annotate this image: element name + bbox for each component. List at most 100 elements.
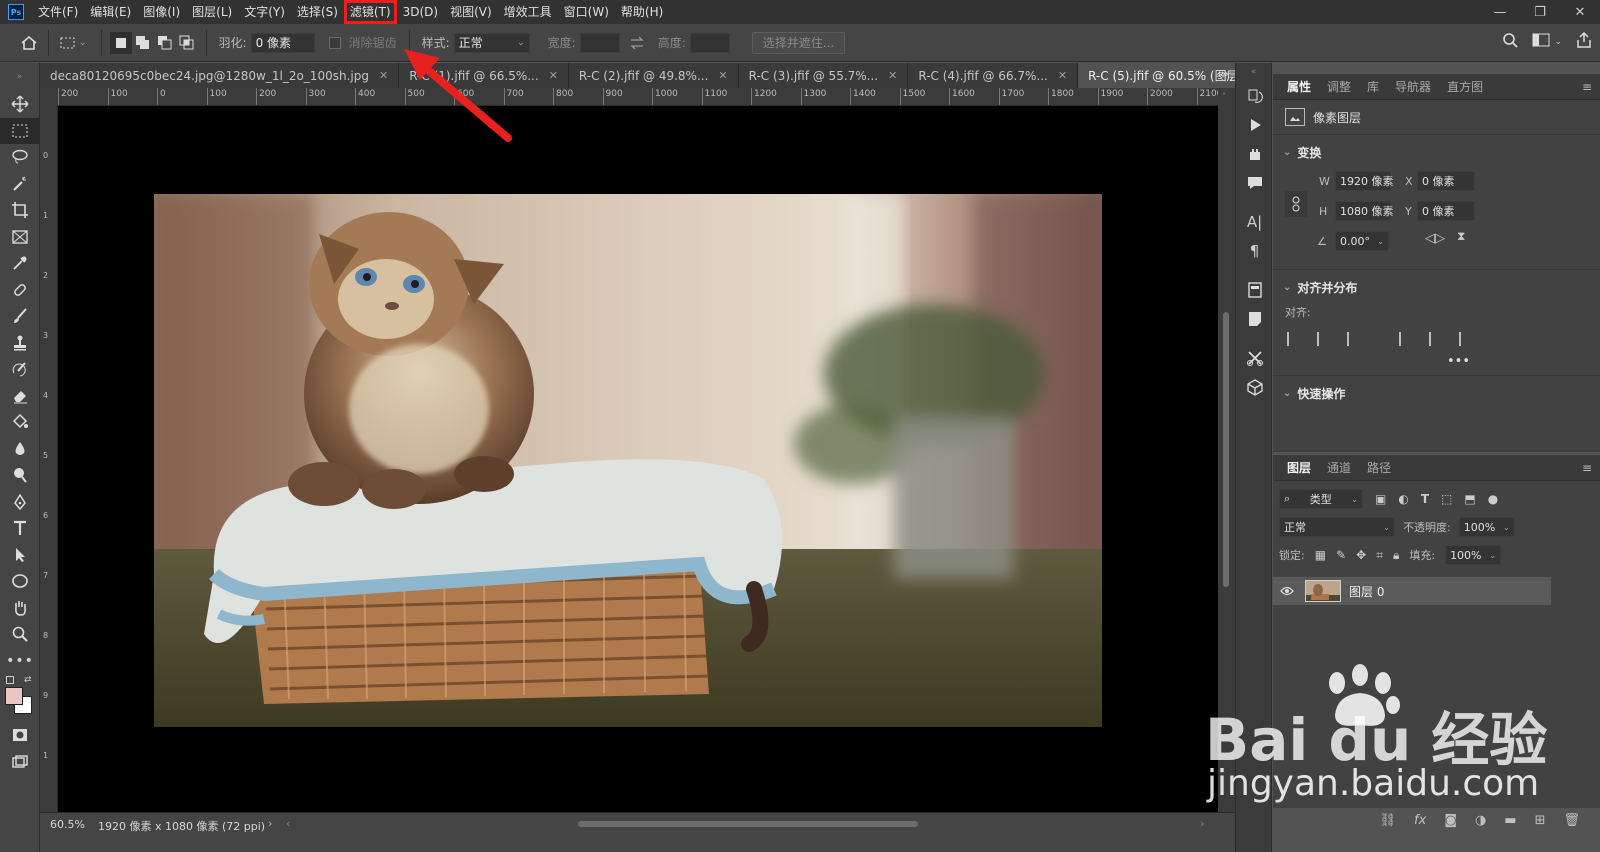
vertical-scroll-thumb[interactable]: [1223, 312, 1229, 587]
restore-icon[interactable]: ❐: [1520, 0, 1560, 24]
lock-all-icon[interactable]: 🔒︎: [1393, 548, 1399, 563]
actions-panel-icon[interactable]: [1236, 110, 1273, 139]
notes-panel-icon[interactable]: [1236, 304, 1273, 333]
new-selection-icon[interactable]: [109, 31, 132, 54]
lasso-tool-icon[interactable]: [0, 144, 40, 171]
tab-close-icon[interactable]: ✕: [1058, 69, 1067, 82]
collapse-icon[interactable]: »: [0, 63, 39, 91]
move-tool-icon[interactable]: [0, 91, 40, 118]
feather-input[interactable]: 0 像素: [250, 32, 315, 53]
menu-item-1[interactable]: 编辑(E): [84, 0, 137, 24]
fx-icon[interactable]: fx: [1414, 813, 1426, 828]
lock-transparent-icon[interactable]: ▦: [1315, 548, 1326, 562]
menu-item-10[interactable]: 窗口(W): [558, 0, 615, 24]
pen-tool-icon[interactable]: [0, 489, 40, 516]
stamp-tool-icon[interactable]: [0, 330, 40, 357]
tab-close-icon[interactable]: ✕: [718, 69, 727, 82]
tab-close-icon[interactable]: ✕: [888, 69, 897, 82]
zoom-tool-icon[interactable]: [0, 621, 40, 648]
paragraph-panel-icon[interactable]: ¶: [1236, 236, 1273, 265]
add-mask-icon[interactable]: ◙: [1444, 813, 1457, 828]
add-selection-icon[interactable]: [132, 32, 154, 54]
tab-close-icon[interactable]: ✕: [379, 69, 388, 82]
eraser-tool-icon[interactable]: [0, 383, 40, 410]
document-tab[interactable]: deca80120695c0bec24.jpg@1280w_1l_2o_100s…: [40, 63, 400, 88]
minimize-icon[interactable]: —: [1480, 0, 1520, 24]
menu-item-2[interactable]: 图像(I): [137, 0, 186, 24]
menu-item-5[interactable]: 选择(S): [291, 0, 344, 24]
character-panel-icon[interactable]: A|: [1236, 207, 1273, 236]
healing-brush-icon[interactable]: [0, 277, 40, 304]
quick-actions-header[interactable]: ⌄ 快速操作: [1273, 382, 1600, 404]
layers-tab[interactable]: 通道: [1319, 455, 1359, 481]
chevron-down-icon[interactable]: ⌄: [79, 38, 87, 48]
properties-tab[interactable]: 库: [1359, 74, 1387, 100]
filter-type-icon[interactable]: T: [1421, 492, 1429, 506]
filter-toggle-icon[interactable]: ●: [1488, 492, 1498, 506]
blur-tool-icon[interactable]: [0, 436, 40, 463]
align-middle-v-icon[interactable]: [1429, 332, 1443, 346]
adjustment-layer-icon[interactable]: ◑: [1475, 813, 1486, 828]
paint-bucket-icon[interactable]: [0, 409, 40, 436]
filter-adjustment-icon[interactable]: ◐: [1398, 492, 1408, 506]
quick-mask-icon[interactable]: [0, 722, 40, 749]
filter-shape-icon[interactable]: ⬚: [1441, 492, 1452, 506]
align-center-h-icon[interactable]: [1317, 332, 1331, 346]
magic-wand-icon[interactable]: [0, 171, 40, 198]
delete-layer-icon[interactable]: 🗑︎: [1563, 813, 1580, 828]
search-icon[interactable]: [1502, 32, 1519, 51]
filter-smart-icon[interactable]: ⬒: [1464, 492, 1475, 506]
document-tab[interactable]: R-C (2).jfif @ 49.8%... ✕: [568, 63, 739, 88]
lock-position-icon[interactable]: ✥: [1356, 548, 1366, 562]
menu-item-7[interactable]: 3D(D): [397, 0, 444, 24]
layer-filter-select[interactable]: ⌕ 类型 ⌄: [1279, 489, 1363, 509]
kitten-photo[interactable]: [154, 194, 1102, 727]
zoom-level[interactable]: 60.5%: [50, 818, 85, 831]
menu-item-4[interactable]: 文字(Y): [238, 0, 291, 24]
shape-tool-icon[interactable]: [0, 568, 40, 595]
more-tabs-icon[interactable]: »: [1221, 67, 1229, 82]
chevron-right-icon[interactable]: ›: [268, 817, 272, 830]
layer-name[interactable]: 图层 0: [1349, 583, 1384, 600]
color-swatches[interactable]: ⇄: [0, 674, 40, 714]
fill-field[interactable]: 100% ⌄: [1445, 545, 1502, 565]
document-tab[interactable]: R-C (1).jfif @ 66.5%... ✕: [399, 63, 569, 88]
swap-colors-icon[interactable]: ⇄: [24, 675, 32, 685]
width-field[interactable]: 1920 像素: [1335, 171, 1394, 191]
height-field[interactable]: 1080 像素: [1335, 201, 1394, 221]
tools-preset-icon[interactable]: [1236, 343, 1273, 372]
scroll-up-icon[interactable]: ˄: [1222, 92, 1226, 101]
type-tool-icon[interactable]: [0, 515, 40, 542]
select-and-mask-button[interactable]: 选择并遮住...: [751, 31, 846, 54]
more-options-icon[interactable]: •••: [1273, 354, 1600, 369]
close-icon[interactable]: ✕: [1560, 0, 1600, 24]
scroll-right-icon[interactable]: ›: [1200, 817, 1204, 830]
panel-menu-icon[interactable]: ≡: [1582, 80, 1592, 94]
canvas-area[interactable]: [58, 106, 1218, 812]
chevron-down-icon[interactable]: ⌄: [1554, 37, 1562, 47]
document-tab[interactable]: R-C (3).jfif @ 55.7%... ✕: [738, 63, 909, 88]
transform-section-header[interactable]: ⌄ 变换: [1273, 141, 1600, 163]
hand-tool-icon[interactable]: [0, 595, 40, 622]
3d-panel-icon[interactable]: [1236, 372, 1273, 401]
x-field[interactable]: 0 像素: [1417, 171, 1475, 191]
path-select-icon[interactable]: [0, 542, 40, 569]
link-icon[interactable]: [1285, 191, 1307, 217]
style-select[interactable]: 正常 ⌄: [453, 32, 530, 53]
menu-item-8[interactable]: 视图(V): [444, 0, 498, 24]
filter-pixel-icon[interactable]: ▣: [1375, 492, 1386, 506]
libraries-panel-icon[interactable]: [1236, 275, 1273, 304]
layers-tab[interactable]: 图层: [1279, 455, 1319, 481]
properties-tab[interactable]: 属性: [1279, 74, 1319, 100]
swap-icon[interactable]: [626, 32, 648, 54]
document-tab[interactable]: R-C (5).jfif @ 60.5% (图层 0, RGB/8#) *✕: [1078, 63, 1235, 88]
frame-tool-icon[interactable]: [0, 224, 40, 251]
menu-item-9[interactable]: 增效工具: [498, 0, 558, 24]
document-info[interactable]: 1920 像素 x 1080 像素 (72 ppi): [98, 818, 265, 834]
menu-item-6[interactable]: 滤镜(T): [343, 0, 397, 24]
intersect-selection-icon[interactable]: [176, 32, 198, 54]
properties-tab[interactable]: 导航器: [1387, 74, 1439, 100]
crop-tool-icon[interactable]: [0, 197, 40, 224]
tab-close-icon[interactable]: ✕: [549, 69, 558, 82]
align-left-icon[interactable]: [1287, 332, 1301, 346]
